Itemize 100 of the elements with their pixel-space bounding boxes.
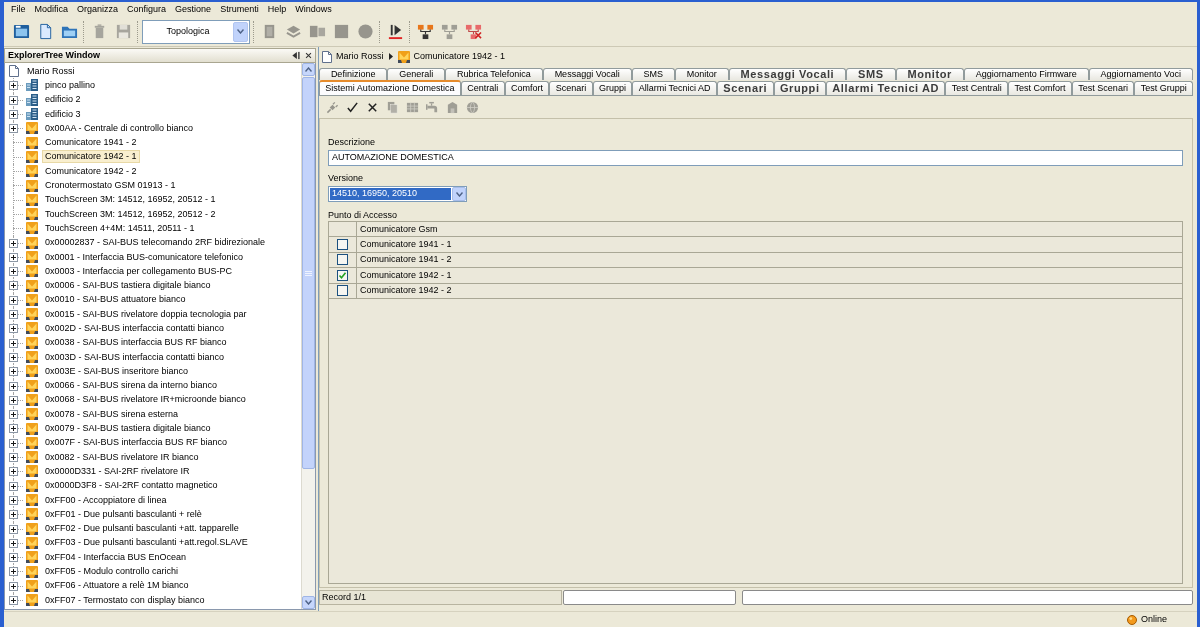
- input-field[interactable]: [563, 590, 736, 605]
- tab[interactable]: SMS: [846, 68, 896, 80]
- tree-item[interactable]: 0x0000D3F8 - SAI-2RF contatto magnetico: [42, 479, 221, 493]
- menu-item[interactable]: Windows: [291, 5, 336, 14]
- tree-item[interactable]: edificio 3: [42, 107, 84, 121]
- tree-item[interactable]: 0x002D - SAI-BUS interfaccia contatti bianco: [42, 322, 228, 335]
- tab[interactable]: Allarmi Tecnici AD: [825, 81, 946, 95]
- expand-icon[interactable]: [9, 81, 18, 91]
- play-bar-icon[interactable]: [386, 23, 404, 40]
- expand-icon[interactable]: [9, 596, 18, 605]
- tree-item[interactable]: 0x0082 - SAI-BUS rivelatore IR bianco: [42, 450, 202, 464]
- tab[interactable]: Centrali: [460, 81, 505, 95]
- expand-icon[interactable]: [9, 95, 18, 105]
- tree-item[interactable]: 0x0038 - SAI-BUS interfaccia BUS RF bianco: [42, 336, 230, 350]
- tab[interactable]: Gruppi: [773, 81, 826, 95]
- tree-item[interactable]: Comunicatore 1941 - 2: [42, 136, 140, 150]
- tree-item[interactable]: Comunicatore 1942 - 1: [42, 150, 140, 164]
- menu-item[interactable]: Modifica: [30, 5, 73, 14]
- checkbox[interactable]: [337, 285, 348, 297]
- expand-icon[interactable]: [9, 295, 18, 305]
- expand-icon[interactable]: [9, 453, 18, 462]
- tab[interactable]: Rubrica Telefonica: [445, 68, 543, 80]
- check-icon[interactable]: [346, 100, 359, 114]
- tree-item[interactable]: 0x0000D331 - SAI-2RF rivelatore IR: [42, 464, 193, 478]
- expand-icon[interactable]: [9, 424, 18, 434]
- expand-icon[interactable]: [9, 109, 18, 119]
- tree-item[interactable]: TouchScreen 3M: 14512, 16952, 20512 - 1: [42, 193, 219, 207]
- expand-icon[interactable]: [9, 438, 18, 448]
- expand-icon[interactable]: [9, 267, 18, 277]
- menu-item[interactable]: Organizza: [73, 5, 123, 14]
- tree-item[interactable]: 0x0066 - SAI-BUS sirena da interno bianco: [42, 379, 221, 393]
- tab[interactable]: Test Centrali: [945, 81, 1009, 95]
- tree-item[interactable]: 0x003E - SAI-BUS inseritore bianco: [42, 364, 192, 378]
- breadcrumb-item[interactable]: Mario Rossi: [336, 52, 384, 61]
- tree-item[interactable]: Cronotermostato GSM 01913 - 1: [42, 179, 179, 192]
- description-field[interactable]: AUTOMAZIONE DOMESTICA: [328, 150, 1183, 166]
- expand-icon[interactable]: [9, 281, 18, 291]
- expand-icon[interactable]: [9, 553, 18, 563]
- expand-icon[interactable]: [9, 467, 18, 477]
- tree-item[interactable]: 0x0078 - SAI-BUS sirena esterna: [42, 407, 182, 421]
- tree-item[interactable]: 0x003D - SAI-BUS interfaccia contatti bianco: [42, 350, 228, 364]
- tree-item[interactable]: 0xFF00 - Accoppiatore di linea: [42, 493, 170, 507]
- menu-item[interactable]: Configura: [123, 5, 171, 14]
- tree-item[interactable]: edificio 2: [42, 93, 84, 107]
- checkbox[interactable]: [337, 254, 348, 266]
- expand-icon[interactable]: [9, 238, 18, 248]
- tree-item[interactable]: 0x0006 - SAI-BUS tastiera digitale bianco: [42, 279, 214, 293]
- tree-item[interactable]: 0x007F - SAI-BUS interfaccia BUS RF bianco: [42, 436, 231, 450]
- tree-item[interactable]: TouchScreen 4+4M: 14511, 20511 - 1: [42, 221, 198, 235]
- tab[interactable]: Scenari: [549, 81, 593, 95]
- tree-item[interactable]: 0xFF04 - Interfaccia BUS EnOcean: [42, 550, 190, 564]
- tab[interactable]: Allarmi Tecnici AD: [632, 81, 717, 95]
- tree-item[interactable]: 0xFF02 - Due pulsanti basculanti +att. tapparelle: [42, 522, 242, 536]
- network-icon[interactable]: [416, 23, 434, 40]
- cross-icon[interactable]: [366, 100, 379, 114]
- tree-item[interactable]: pinco pallino: [42, 78, 99, 92]
- menu-item[interactable]: Help: [263, 5, 291, 14]
- expand-icon[interactable]: [9, 481, 18, 491]
- tree-item[interactable]: 0xFF06 - Attuatore a relè 1M bianco: [42, 579, 192, 593]
- tree-item[interactable]: 0x0001 - Interfaccia BUS-comunicatore telefonico: [42, 250, 247, 264]
- expand-icon[interactable]: [9, 510, 18, 520]
- tab[interactable]: Scenari: [716, 81, 774, 95]
- tab[interactable]: Test Gruppi: [1134, 81, 1194, 95]
- expand-icon[interactable]: [9, 367, 18, 377]
- input-field[interactable]: [742, 590, 1193, 605]
- tree-item[interactable]: 0xFF01 - Due pulsanti basculanti + relè: [42, 507, 205, 521]
- tree-item[interactable]: 0x0003 - Interfaccia per collegamento BUS-PC: [42, 264, 236, 278]
- expand-icon[interactable]: [9, 538, 18, 548]
- expand-icon[interactable]: [9, 410, 18, 420]
- expand-icon[interactable]: [9, 581, 18, 591]
- tree-item[interactable]: 0x0010 - SAI-BUS attuatore bianco: [42, 293, 189, 307]
- expand-icon[interactable]: [9, 324, 18, 334]
- tree-item[interactable]: TouchScreen 3M: 14512, 16952, 20512 - 2: [42, 207, 219, 221]
- tree-item[interactable]: Comunicatore 1942 - 2: [42, 164, 140, 178]
- tab[interactable]: Comfort: [504, 81, 550, 95]
- tab[interactable]: Definizione: [319, 68, 388, 80]
- expand-icon[interactable]: [9, 567, 18, 577]
- tree-item[interactable]: 0x0015 - SAI-BUS rivelatore doppia tecnologia par: [42, 307, 250, 321]
- dropdown-button[interactable]: [452, 187, 466, 201]
- network-remove-icon[interactable]: [464, 23, 482, 40]
- expand-icon[interactable]: [9, 524, 18, 534]
- expand-icon[interactable]: [9, 124, 18, 134]
- tab[interactable]: Test Comfort: [1008, 81, 1072, 95]
- tab[interactable]: Monitor: [895, 68, 964, 80]
- expand-icon[interactable]: [9, 495, 18, 505]
- menu-item[interactable]: File: [7, 5, 30, 14]
- checkbox[interactable]: [337, 238, 348, 250]
- menu-item[interactable]: Strumenti: [216, 5, 263, 14]
- checkbox[interactable]: [337, 269, 348, 281]
- tab[interactable]: Aggiornamento Voci: [1088, 68, 1193, 80]
- tree-item[interactable]: 0x00AA - Centrale di controllo bianco: [42, 121, 197, 135]
- tab[interactable]: Sistemi Automazione Domestica: [319, 80, 461, 95]
- tree-item[interactable]: Mario Rossi: [24, 64, 78, 78]
- expand-icon[interactable]: [9, 395, 18, 405]
- tree-item[interactable]: 0x0068 - SAI-BUS rivelatore IR+microonde bianco: [42, 393, 249, 407]
- close-icon[interactable]: [305, 52, 312, 59]
- scrollbar-thumb[interactable]: [302, 77, 315, 469]
- collapse-icon[interactable]: [291, 51, 300, 60]
- tree-item[interactable]: 0xFF03 - Due pulsanti basculanti +att.regol.SLAVE: [42, 536, 251, 550]
- version-select[interactable]: 14510, 16950, 20510: [328, 186, 467, 202]
